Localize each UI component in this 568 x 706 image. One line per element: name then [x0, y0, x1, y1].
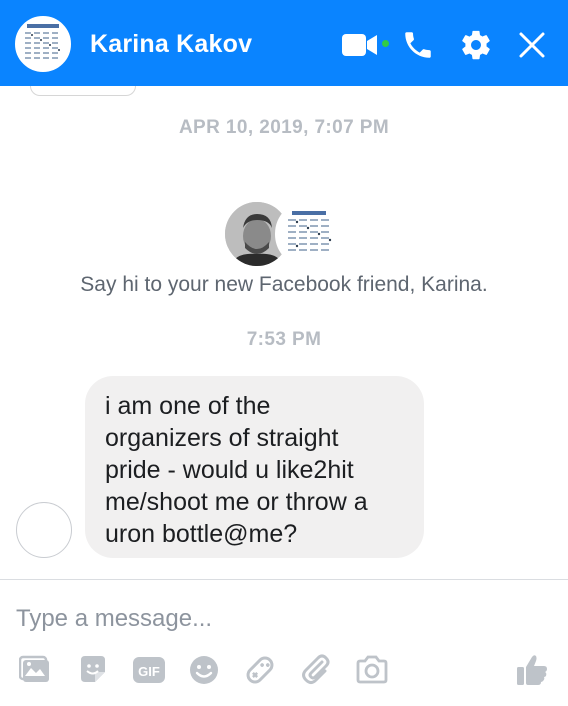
message-input[interactable]	[16, 602, 456, 636]
attachment-icon[interactable]	[298, 652, 334, 688]
sticker-icon[interactable]	[75, 652, 111, 688]
contact-avatar-small	[275, 200, 343, 268]
friend-avatars	[225, 200, 345, 268]
sender-avatar[interactable]	[16, 502, 72, 558]
message-list[interactable]: ▪▪▪▪▪▪ ▪▪▪▪▪▪▪ ▪▪▪▪▪ APR 10, 2019, 7:07 …	[0, 86, 568, 579]
time-separator: 7:53 PM	[246, 329, 322, 350]
camera-icon[interactable]	[354, 652, 390, 688]
game-icon[interactable]	[242, 652, 278, 688]
incoming-message-bubble[interactable]: i am one of the organizers of straight p…	[85, 376, 424, 558]
emoji-icon[interactable]	[186, 652, 222, 688]
gear-icon[interactable]	[456, 25, 496, 65]
previous-message-card: ▪▪▪▪▪▪ ▪▪▪▪▪▪▪ ▪▪▪▪▪	[30, 86, 136, 96]
close-icon[interactable]	[512, 25, 552, 65]
chat-header: Karina Kakov	[0, 0, 568, 86]
phone-icon[interactable]	[398, 25, 438, 65]
new-friend-note: Say hi to your new Facebook friend, Kari…	[80, 273, 488, 296]
contact-avatar[interactable]	[15, 16, 71, 72]
gif-icon[interactable]: GIF	[131, 652, 167, 688]
contact-avatar-image	[17, 18, 69, 70]
photo-icon[interactable]	[18, 652, 54, 688]
video-camera-icon[interactable]	[340, 25, 380, 65]
gif-label: GIF	[138, 664, 160, 679]
online-status-dot	[382, 40, 389, 47]
message-composer: GIF	[0, 579, 568, 706]
like-icon[interactable]	[514, 652, 550, 688]
contact-name[interactable]: Karina Kakov	[90, 30, 252, 59]
date-separator: APR 10, 2019, 7:07 PM	[178, 117, 390, 138]
message-text: i am one of the organizers of straight p…	[105, 392, 368, 548]
